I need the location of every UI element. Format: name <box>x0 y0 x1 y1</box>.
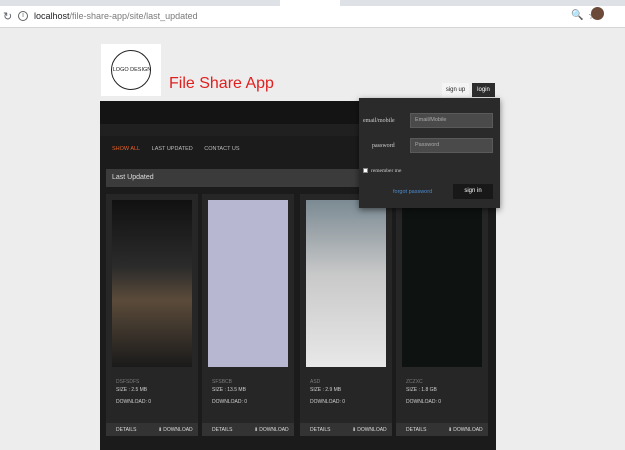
file-thumbnail[interactable] <box>208 200 288 367</box>
login-dropdown: email/mobile Email/Mobile password Passw… <box>359 98 500 208</box>
download-button[interactable]: ⬇DOWNLOAD <box>352 427 387 433</box>
file-size: SIZE : 13.5 MB <box>212 387 246 393</box>
card-actions: DETAILS ⬇DOWNLOAD <box>106 423 198 436</box>
login-button[interactable]: login <box>472 83 495 97</box>
nav-last-updated[interactable]: LAST UPDATED <box>152 146 193 152</box>
url-text[interactable]: localhost/file-share-app/site/last_updat… <box>34 11 198 21</box>
download-icon: ⬇ <box>158 427 163 433</box>
file-size: SIZE : 2.9 MB <box>310 387 342 393</box>
logo-text: LOGO DESIGN <box>112 67 152 73</box>
file-downloads: DOWNLOAD: 0 <box>406 399 442 405</box>
profile-avatar[interactable] <box>591 7 604 20</box>
file-card: DSFSDFS SIZE : 2.5 MB DOWNLOAD: 0 DETAIL… <box>106 194 198 436</box>
download-icon: ⬇ <box>448 427 453 433</box>
omnibox[interactable]: i localhost/file-share-app/site/last_upd… <box>16 8 625 25</box>
download-button[interactable]: ⬇DOWNLOAD <box>448 427 483 433</box>
file-card: ASD SIZE : 2.9 MB DOWNLOAD: 0 DETAILS ⬇D… <box>300 194 392 436</box>
info-icon[interactable]: i <box>18 11 28 21</box>
details-button[interactable]: DETAILS <box>406 427 426 433</box>
download-button[interactable]: ⬇DOWNLOAD <box>158 427 193 433</box>
site-title: File Share App <box>169 75 274 92</box>
card-actions: DETAILS ⬇DOWNLOAD <box>396 423 488 436</box>
file-size: SIZE : 2.5 MB <box>116 387 148 393</box>
details-button[interactable]: DETAILS <box>116 427 136 433</box>
url-path: /file-share-app/site/last_updated <box>69 11 198 21</box>
reload-icon[interactable]: ↻ <box>3 10 12 23</box>
download-label: DOWNLOAD <box>163 427 193 433</box>
nav-show-all[interactable]: SHOW ALL <box>112 146 140 152</box>
password-field[interactable]: Password <box>410 138 493 153</box>
card-actions: DETAILS ⬇DOWNLOAD <box>202 423 294 436</box>
remember-me-checkbox[interactable] <box>363 168 368 173</box>
card-actions: DETAILS ⬇DOWNLOAD <box>300 423 392 436</box>
signup-button[interactable]: sign up <box>442 83 469 97</box>
forgot-password-link[interactable]: forgot password <box>393 189 432 195</box>
file-name: SFSBCB <box>212 379 233 385</box>
download-label: DOWNLOAD <box>357 427 387 433</box>
browser-address-bar: ↻ i localhost/file-share-app/site/last_u… <box>0 6 625 28</box>
file-card: ZCZXC SIZE : 1.8 GB DOWNLOAD: 0 DETAILS … <box>396 194 488 436</box>
remember-me-label: remember me <box>371 168 402 174</box>
zoom-icon[interactable]: 🔍 <box>571 10 583 21</box>
file-thumbnail[interactable] <box>112 200 192 367</box>
page: LOGO DESIGN File Share App sign up login… <box>0 29 625 450</box>
file-name: DSFSDFS <box>116 379 140 385</box>
file-thumbnail[interactable] <box>306 200 386 367</box>
file-name: ZCZXC <box>406 379 423 385</box>
download-label: DOWNLOAD <box>259 427 289 433</box>
details-button[interactable]: DETAILS <box>212 427 232 433</box>
file-downloads: DOWNLOAD: 0 <box>116 399 152 405</box>
file-size: SIZE : 1.8 GB <box>406 387 437 393</box>
details-button[interactable]: DETAILS <box>310 427 330 433</box>
file-thumbnail[interactable] <box>402 200 482 367</box>
file-card: SFSBCB SIZE : 13.5 MB DOWNLOAD: 0 DETAIL… <box>202 194 294 436</box>
logo-circle: LOGO DESIGN <box>111 50 151 90</box>
email-field[interactable]: Email/Mobile <box>410 113 493 128</box>
download-icon: ⬇ <box>254 427 259 433</box>
download-label: DOWNLOAD <box>453 427 483 433</box>
password-label: password <box>372 143 395 149</box>
nav-contact-us[interactable]: CONTACT US <box>204 146 239 152</box>
sign-in-button[interactable]: sign in <box>453 184 493 199</box>
file-name: ASD <box>310 379 321 385</box>
download-button[interactable]: ⬇DOWNLOAD <box>254 427 289 433</box>
download-icon: ⬇ <box>352 427 357 433</box>
url-host: localhost <box>34 11 70 21</box>
main-nav: SHOW ALL LAST UPDATED CONTACT US <box>112 146 250 152</box>
email-label: email/mobile <box>363 118 395 124</box>
file-downloads: DOWNLOAD: 0 <box>310 399 346 405</box>
file-downloads: DOWNLOAD: 0 <box>212 399 248 405</box>
site-logo[interactable]: LOGO DESIGN <box>101 44 161 96</box>
